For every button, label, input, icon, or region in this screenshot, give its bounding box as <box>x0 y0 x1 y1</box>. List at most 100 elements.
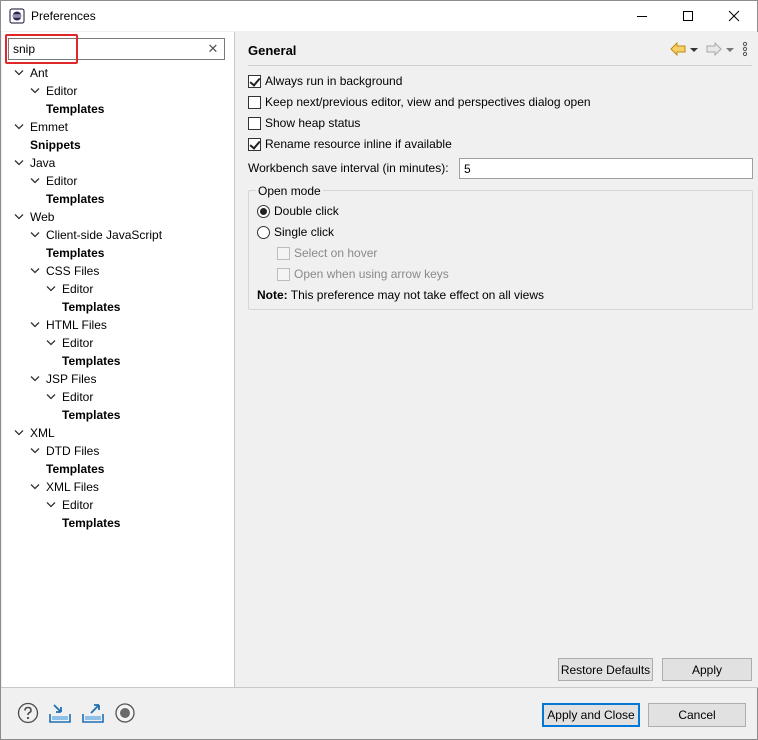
chevron-down-icon[interactable] <box>30 172 40 190</box>
cancel-button[interactable]: Cancel <box>648 703 746 727</box>
chevron-down-icon[interactable] <box>46 334 56 352</box>
always-run-background-checkbox[interactable] <box>248 74 261 88</box>
close-icon <box>728 10 740 22</box>
tree-item[interactable]: Editor <box>2 280 234 298</box>
chevron-down-icon[interactable] <box>14 154 24 172</box>
show-heap-status-checkbox[interactable] <box>248 116 261 130</box>
chevron-down-icon[interactable] <box>30 316 40 334</box>
forward-arrow-icon[interactable] <box>706 41 722 59</box>
chevron-down-icon[interactable] <box>30 226 40 244</box>
tree-item[interactable]: Ant <box>2 64 234 82</box>
chevron-down-icon[interactable] <box>30 442 40 460</box>
chevron-down-icon[interactable] <box>46 280 56 298</box>
tree-item[interactable]: Templates <box>2 100 234 118</box>
oomph-record-icon[interactable] <box>114 702 136 727</box>
tree-item-label: XML <box>30 426 55 440</box>
double-click-label: Double click <box>274 204 339 218</box>
rename-inline-checkbox[interactable] <box>248 137 261 151</box>
single-click-radio[interactable] <box>257 225 270 239</box>
open-arrow-keys-label: Open when using arrow keys <box>294 267 449 281</box>
tree-item-label: Client-side JavaScript <box>46 228 163 242</box>
chevron-down-icon[interactable] <box>30 262 40 280</box>
tree-item-label: Editor <box>62 336 94 350</box>
tree-item[interactable]: JSP Files <box>2 370 234 388</box>
minimize-icon <box>637 16 647 17</box>
chevron-down-icon[interactable] <box>14 424 24 442</box>
tree-item[interactable]: Editor <box>2 82 234 100</box>
forward-menu-chevron-icon[interactable] <box>726 43 734 57</box>
tree-item[interactable]: Templates <box>2 244 234 262</box>
tree-item[interactable]: DTD Files <box>2 442 234 460</box>
preference-page: General Always run in background Keep ne… <box>236 32 758 687</box>
save-interval-input[interactable] <box>459 158 753 179</box>
tree-item[interactable]: Web <box>2 208 234 226</box>
tree-item[interactable]: Templates <box>2 460 234 478</box>
restore-defaults-button[interactable]: Restore Defaults <box>558 658 653 681</box>
chevron-down-icon[interactable] <box>14 118 24 136</box>
clear-filter-icon[interactable]: ✕ <box>206 41 220 57</box>
tree-item[interactable]: HTML Files <box>2 316 234 334</box>
tree-item[interactable]: CSS Files <box>2 262 234 280</box>
tree-item-label: Templates <box>62 516 121 530</box>
open-mode-legend: Open mode <box>256 184 323 198</box>
always-run-background-label: Always run in background <box>265 74 403 88</box>
tree-item[interactable]: XML Files <box>2 478 234 496</box>
single-click-option[interactable]: Single click <box>257 223 334 241</box>
tree-item-label: HTML Files <box>46 318 107 332</box>
chevron-down-icon[interactable] <box>30 478 40 496</box>
header-separator <box>248 65 752 66</box>
tree-item[interactable]: Editor <box>2 496 234 514</box>
tree-item[interactable]: Editor <box>2 172 234 190</box>
back-menu-chevron-icon[interactable] <box>690 43 698 57</box>
tree-item[interactable]: Templates <box>2 298 234 316</box>
tree-item-label: Editor <box>46 174 78 188</box>
tree-item[interactable]: Templates <box>2 352 234 370</box>
tree-item[interactable]: Templates <box>2 190 234 208</box>
minimize-button[interactable] <box>619 1 665 31</box>
keep-dialog-open-label: Keep next/previous editor, view and pers… <box>265 95 591 109</box>
apply-and-close-button[interactable]: Apply and Close <box>542 703 640 727</box>
select-on-hover-option: Select on hover <box>277 244 377 262</box>
footer-toolbar <box>17 702 145 727</box>
chevron-down-icon[interactable] <box>14 208 24 226</box>
filter-input[interactable] <box>11 40 201 58</box>
apply-button[interactable]: Apply <box>662 658 752 681</box>
tree-item-label: Templates <box>62 408 121 422</box>
export-icon[interactable] <box>81 702 105 727</box>
page-navigation <box>666 41 748 59</box>
tree-item[interactable]: Snippets <box>2 136 234 154</box>
tree-item[interactable]: Editor <box>2 334 234 352</box>
show-heap-status-label: Show heap status <box>265 116 361 130</box>
close-button[interactable] <box>711 1 757 31</box>
tree-item[interactable]: Java <box>2 154 234 172</box>
chevron-down-icon[interactable] <box>46 496 56 514</box>
tree-item-label: Templates <box>46 246 105 260</box>
chevron-down-icon[interactable] <box>14 64 24 82</box>
chevron-down-icon[interactable] <box>46 388 56 406</box>
view-menu-icon[interactable] <box>742 41 748 60</box>
maximize-icon <box>683 11 693 21</box>
tree-item[interactable]: Templates <box>2 406 234 424</box>
import-icon[interactable] <box>48 702 72 727</box>
tree-item-label: Ant <box>30 66 49 80</box>
tree-item[interactable]: Editor <box>2 388 234 406</box>
chevron-down-icon[interactable] <box>30 82 40 100</box>
back-arrow-icon[interactable] <box>670 41 686 59</box>
show-heap-status-option[interactable]: Show heap status <box>248 114 360 132</box>
tree-item[interactable]: Emmet <box>2 118 234 136</box>
help-icon[interactable] <box>17 702 39 727</box>
keep-dialog-open-checkbox[interactable] <box>248 95 261 109</box>
always-run-background-option[interactable]: Always run in background <box>248 72 402 90</box>
maximize-button[interactable] <box>665 1 711 31</box>
rename-inline-option[interactable]: Rename resource inline if available <box>248 135 452 153</box>
tree-item-label: Emmet <box>30 120 69 134</box>
tree-item[interactable]: Templates <box>2 514 234 532</box>
double-click-option[interactable]: Double click <box>257 202 339 220</box>
footer-separator <box>1 687 758 688</box>
tree-item[interactable]: Client-side JavaScript <box>2 226 234 244</box>
chevron-down-icon[interactable] <box>30 370 40 388</box>
save-interval-label: Workbench save interval (in minutes): <box>248 161 449 175</box>
keep-dialog-open-option[interactable]: Keep next/previous editor, view and pers… <box>248 93 591 111</box>
tree-item[interactable]: XML <box>2 424 234 442</box>
double-click-radio[interactable] <box>257 204 270 218</box>
